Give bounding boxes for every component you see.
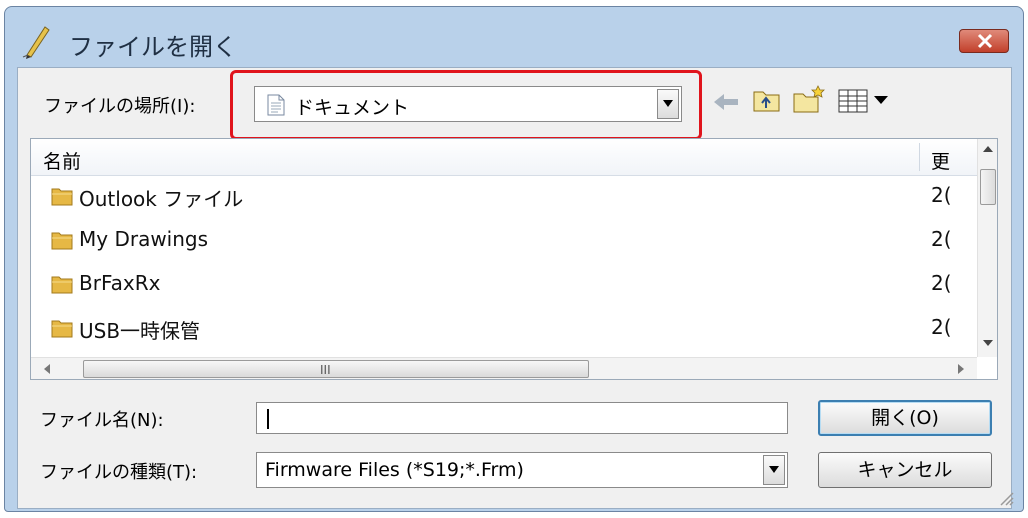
folder-icon [51,320,73,338]
column-header-name[interactable]: 名前 [43,147,81,174]
list-item-name: My Drawings [79,227,209,251]
scroll-left-icon[interactable] [43,364,51,374]
location-label: ファイルの場所(I): [44,96,196,117]
text-caret [267,409,269,429]
folder-icon [51,232,73,250]
open-button[interactable]: 開く(O) [818,400,992,436]
list-item-name: BrFaxRx [79,271,161,295]
back-arrow-icon[interactable] [712,90,742,114]
chevron-down-icon [769,466,779,473]
file-list[interactable]: 名前 更 Outlook ファイル 2( My Drawings 2( BrFa… [30,138,998,380]
horizontal-scroll-thumb[interactable]: III [83,360,589,378]
column-separator[interactable] [919,143,920,171]
vertical-scrollbar[interactable] [977,139,997,357]
vertical-scroll-thumb[interactable] [980,169,996,205]
list-item[interactable]: BrFaxRx 2( [31,267,977,301]
column-header-date[interactable]: 更 [931,147,950,174]
filetype-label: ファイルの種類(T): [40,462,198,483]
scroll-up-icon[interactable] [983,145,993,153]
list-item-date: 2( [931,315,952,339]
list-item[interactable]: My Drawings 2( [31,223,977,257]
filetype-value: Firmware Files (*S19;*.Frm) [265,459,524,481]
list-item-date: 2( [931,227,952,251]
view-menu-icon[interactable] [838,88,898,114]
cancel-button[interactable]: キャンセル [818,452,992,488]
up-folder-icon[interactable] [752,86,782,114]
pencil-icon [22,26,50,59]
filename-label: ファイル名(N): [40,410,164,431]
list-header: 名前 更 [31,139,977,176]
filetype-combo[interactable]: Firmware Files (*S19;*.Frm) [256,452,788,488]
list-item-name: Outlook ファイル [79,187,244,211]
filetype-dropdown-button[interactable] [763,455,785,485]
scroll-right-icon[interactable] [957,364,965,374]
folder-icon [51,188,73,206]
scroll-down-icon[interactable] [983,339,993,347]
close-button[interactable] [959,29,1009,53]
close-x-icon [977,33,993,49]
resize-grip-icon[interactable] [998,490,1014,506]
list-item-date: 2( [931,183,952,207]
list-item-name: USB一時保管 [79,319,201,343]
location-highlight-box [230,70,702,140]
list-item[interactable]: Outlook ファイル 2( [31,179,977,213]
list-item-date: 2( [931,271,952,295]
scroll-thumb-grip: III [320,363,331,377]
list-item[interactable]: USB一時保管 2( [31,311,977,345]
filename-input[interactable] [256,402,788,434]
folder-icon [51,276,73,294]
new-folder-icon[interactable] [792,84,826,114]
horizontal-scrollbar[interactable]: III [31,357,977,379]
window-title: ファイルを開く [69,33,237,61]
